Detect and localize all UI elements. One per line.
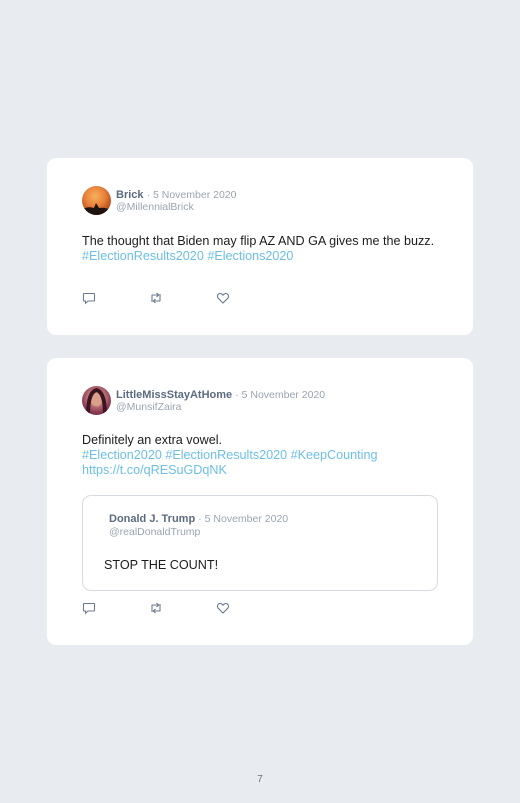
tweet-header: LittleMissStayAtHome · 5 November 2020 @… (82, 386, 325, 415)
tweet-card: Brick · 5 November 2020 @MillennialBrick… (47, 158, 473, 335)
author-name[interactable]: Brick (116, 189, 144, 201)
tweet-body: Definitely an extra vowel. (82, 433, 222, 447)
avatar[interactable] (82, 386, 111, 415)
tweet-actions (82, 601, 283, 615)
tweet-date: · 5 November 2020 (235, 388, 326, 401)
quoted-tweet-header: Donald J. Trump · 5 November 2020 @realD… (109, 513, 288, 539)
tweet-link[interactable]: https://t.co/qRESuGDqNK (82, 463, 442, 478)
quoted-tweet-text: STOP THE COUNT! (104, 558, 219, 572)
heart-icon[interactable] (216, 601, 230, 615)
page-number: 7 (257, 774, 263, 785)
tweet-card: LittleMissStayAtHome · 5 November 2020 @… (47, 358, 473, 645)
tweet-date: · 5 November 2020 (146, 188, 237, 201)
tweet-text: Definitely an extra vowel. #Election2020… (82, 433, 442, 478)
comment-icon[interactable] (82, 601, 96, 615)
author-handle[interactable]: @MunsifZaira (116, 401, 325, 413)
quoted-tweet[interactable]: Donald J. Trump · 5 November 2020 @realD… (82, 495, 438, 591)
retweet-icon[interactable] (149, 291, 163, 305)
tweet-header: Brick · 5 November 2020 @MillennialBrick (82, 186, 236, 215)
tweet-hashtags[interactable]: #ElectionResults2020 #Elections2020 (82, 249, 293, 263)
retweet-icon[interactable] (149, 601, 163, 615)
comment-icon[interactable] (82, 291, 96, 305)
author-handle[interactable]: @MillennialBrick (116, 201, 236, 213)
quoted-author-name[interactable]: Donald J. Trump (109, 513, 195, 525)
tweet-actions (82, 291, 283, 305)
quoted-tweet-date: · 5 November 2020 (198, 513, 289, 525)
heart-icon[interactable] (216, 291, 230, 305)
tweet-hashtags[interactable]: #Election2020 #ElectionResults2020 #Keep… (82, 448, 442, 463)
author-name[interactable]: LittleMissStayAtHome (116, 389, 232, 401)
tweet-body: The thought that Biden may flip AZ AND G… (82, 234, 435, 248)
quoted-author-handle[interactable]: @realDonaldTrump (109, 526, 288, 539)
tweet-text: The thought that Biden may flip AZ AND G… (82, 234, 442, 264)
avatar[interactable] (82, 186, 111, 215)
